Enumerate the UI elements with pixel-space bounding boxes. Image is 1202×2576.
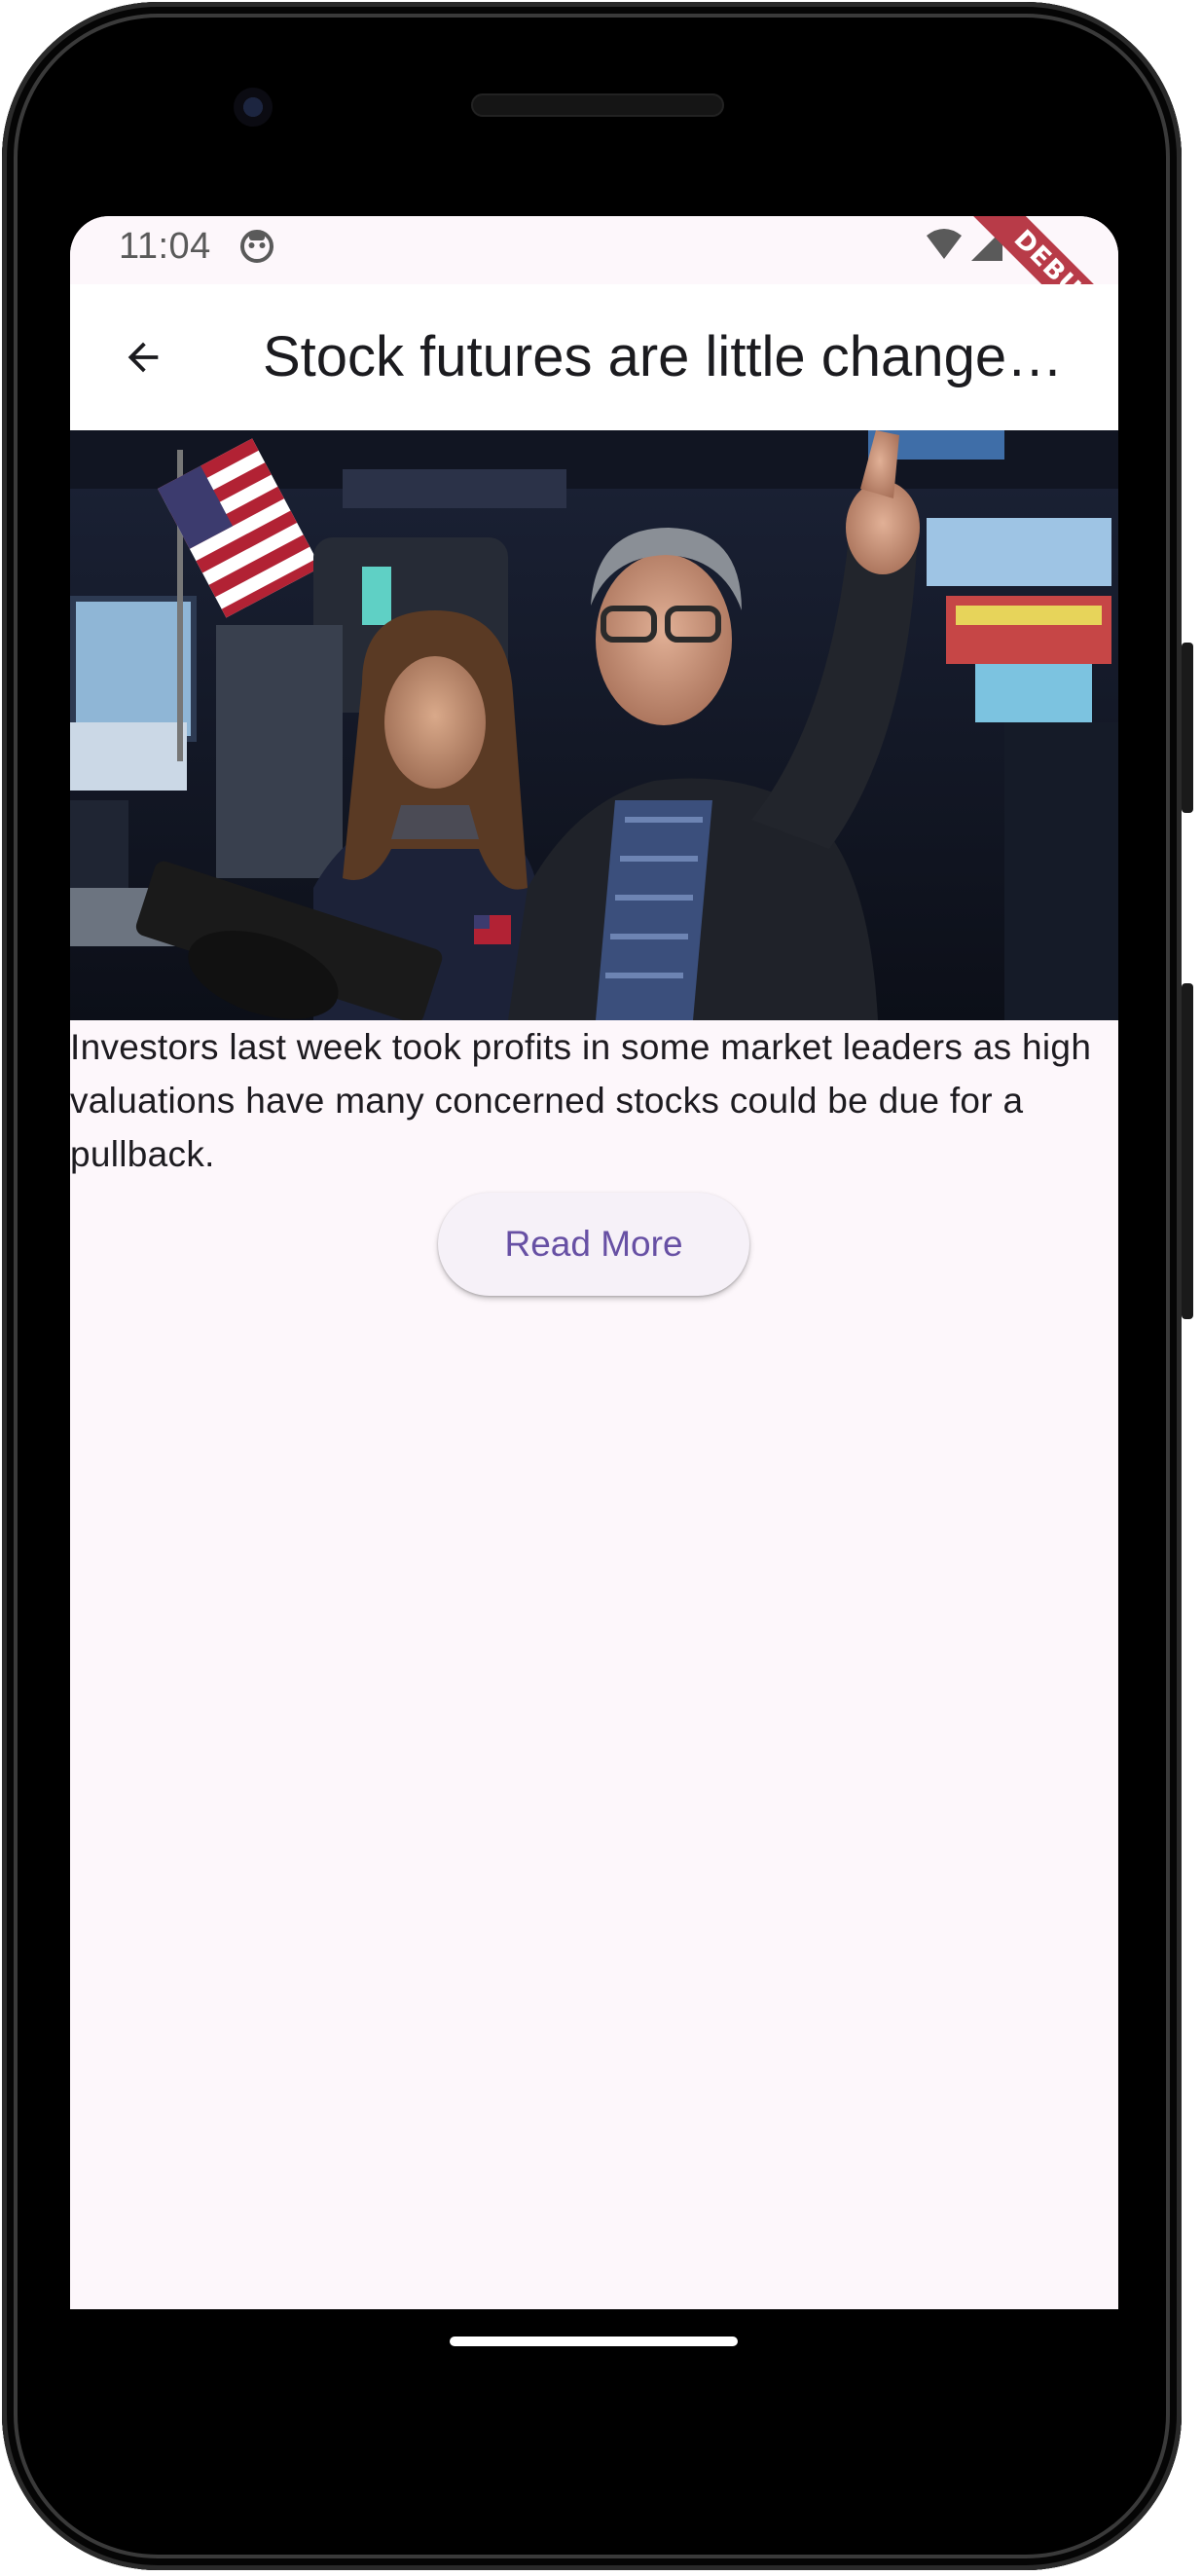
front-camera [234,88,273,127]
earpiece-speaker [471,93,724,117]
power-button [1182,643,1193,813]
status-time: 11:04 [119,226,211,267]
app-bar: Stock futures are little changed after S… [70,284,1118,430]
wifi-icon [925,228,964,261]
read-more-button[interactable]: Read More [438,1193,749,1296]
article-description: Investors last week took profits in some… [70,1027,1092,1174]
phone-frame: 11:04 DEBUG Stock futures are little cha… [2,2,1182,2570]
arrow-back-icon [127,342,159,373]
home-indicator[interactable] [450,2337,738,2346]
page-title: Stock futures are little changed after S… [263,325,1080,388]
status-bar: 11:04 DEBUG [70,216,1118,364]
article-image [70,430,1118,1020]
android-notification-icon [239,229,274,264]
volume-button [1182,983,1193,1319]
app-screen: 11:04 DEBUG Stock futures are little cha… [70,216,1118,2309]
back-button[interactable] [109,323,177,391]
